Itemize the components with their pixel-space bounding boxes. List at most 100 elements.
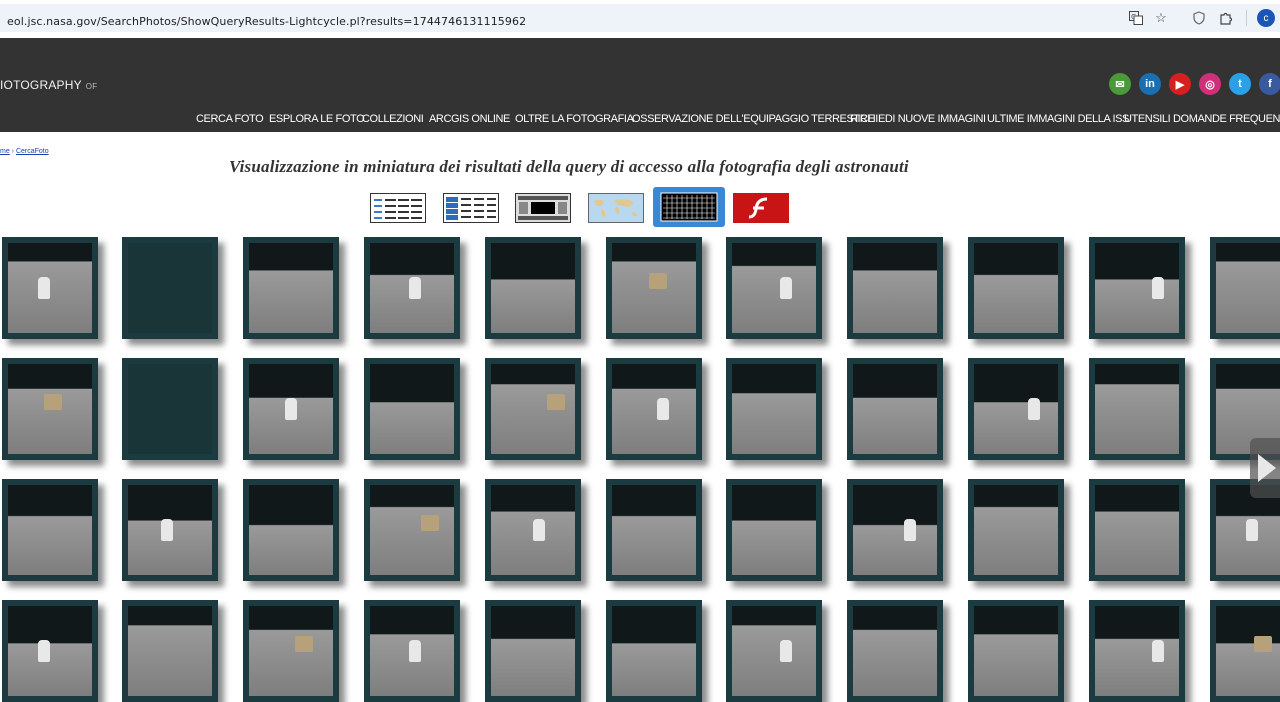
photo-thumbnail[interactable]	[243, 237, 339, 339]
youtube-icon[interactable]: ▶	[1169, 73, 1191, 95]
photo-thumbnail[interactable]	[2, 358, 98, 460]
thumbnail-grid-view-button[interactable]	[653, 187, 725, 227]
lunar-photo	[732, 485, 816, 575]
lunar-module	[649, 273, 667, 289]
breadcrumb-current-link[interactable]: CercaFoto	[16, 148, 49, 155]
lunar-photo	[128, 485, 212, 575]
photo-thumbnail[interactable]	[243, 358, 339, 460]
profile-avatar[interactable]: c	[1257, 9, 1275, 27]
photo-thumbnail[interactable]	[364, 358, 460, 460]
photo-thumbnail[interactable]	[968, 358, 1064, 460]
photo-thumbnail[interactable]	[1089, 479, 1185, 581]
site-brand[interactable]: IOTOGRAPHY OF	[0, 78, 97, 92]
twitter-icon[interactable]: t	[1229, 73, 1251, 95]
photo-thumbnail[interactable]	[243, 600, 339, 702]
photo-thumbnail[interactable]	[364, 600, 460, 702]
photo-thumbnail[interactable]	[2, 479, 98, 581]
breadcrumb: me › CercaFoto	[0, 148, 49, 155]
photo-thumbnail[interactable]	[485, 479, 581, 581]
flash-view-button[interactable]	[733, 193, 789, 223]
photo-thumbnail[interactable]	[847, 600, 943, 702]
lunar-photo	[491, 485, 575, 575]
facebook-icon[interactable]: f	[1259, 73, 1280, 95]
photo-thumbnail[interactable]	[968, 479, 1064, 581]
photo-thumbnail[interactable]	[1210, 600, 1280, 702]
breadcrumb-home-link[interactable]: me	[0, 148, 10, 155]
list-view-button[interactable]	[370, 193, 426, 223]
photo-thumbnail[interactable]	[726, 358, 822, 460]
photo-thumbnail[interactable]	[847, 479, 943, 581]
photo-thumbnail[interactable]	[1089, 600, 1185, 702]
translate-icon[interactable]: G	[1128, 10, 1144, 26]
photo-thumbnail[interactable]	[847, 358, 943, 460]
photo-thumbnail[interactable]	[847, 237, 943, 339]
photo-thumbnail[interactable]	[606, 479, 702, 581]
detail-list-view-button[interactable]	[443, 193, 499, 223]
lunar-photo	[8, 243, 92, 333]
photo-thumbnail[interactable]	[2, 237, 98, 339]
nav-item[interactable]: ESPLORA LE FOTO	[269, 113, 365, 125]
lunar-photo	[370, 485, 454, 575]
nav-item[interactable]: COLLEZIONI	[362, 113, 424, 125]
photo-thumbnail[interactable]	[606, 600, 702, 702]
photo-thumbnail[interactable]	[2, 600, 98, 702]
extensions-puzzle-icon[interactable]	[1218, 10, 1234, 26]
lunar-photo	[732, 243, 816, 333]
lunar-photo	[370, 364, 454, 454]
lunar-module	[421, 515, 439, 531]
photo-thumbnail[interactable]	[726, 600, 822, 702]
nav-item[interactable]: UTENSILI	[1124, 113, 1171, 125]
nav-item[interactable]: RICHIEDI NUOVE IMMAGINI	[850, 113, 986, 125]
photo-thumbnail[interactable]	[364, 479, 460, 581]
chevron-right-icon	[1258, 454, 1276, 482]
photo-thumbnail[interactable]	[485, 237, 581, 339]
film-strip-view-button[interactable]	[515, 193, 571, 223]
photo-thumbnail[interactable]	[485, 358, 581, 460]
nav-item[interactable]: CERCA FOTO	[196, 113, 264, 125]
next-arrow-button[interactable]	[1250, 438, 1280, 498]
instagram-icon[interactable]: ◎	[1199, 73, 1221, 95]
photo-thumbnail[interactable]	[122, 479, 218, 581]
nav-item[interactable]: OLTRE LA FOTOGRAFIA	[515, 113, 634, 125]
astronaut-figure	[533, 519, 545, 541]
shield-extension-icon[interactable]	[1191, 10, 1207, 26]
photo-thumbnail[interactable]	[122, 358, 218, 460]
photo-thumbnail[interactable]	[1089, 237, 1185, 339]
nav-item[interactable]: OSSERVAZIONE DELL'EQUIPAGGIO TERRESTRE	[632, 113, 875, 125]
lunar-photo	[491, 364, 575, 454]
lunar-photo	[853, 364, 937, 454]
nav-item[interactable]: DOMANDE FREQUENTI	[1173, 113, 1280, 125]
photo-thumbnail[interactable]	[606, 358, 702, 460]
photo-thumbnail[interactable]	[606, 237, 702, 339]
photo-thumbnail[interactable]	[122, 600, 218, 702]
photo-thumbnail[interactable]	[726, 479, 822, 581]
nav-item[interactable]: ULTIME IMMAGINI DELLA ISS	[987, 113, 1129, 125]
photo-thumbnail[interactable]	[726, 237, 822, 339]
lunar-photo	[8, 364, 92, 454]
lunar-photo	[249, 485, 333, 575]
lunar-photo	[1095, 485, 1179, 575]
photo-thumbnail[interactable]	[364, 237, 460, 339]
lunar-photo	[128, 364, 212, 454]
lunar-module	[547, 394, 565, 410]
address-bar[interactable]: eol.jsc.nasa.gov/SearchPhotos/ShowQueryR…	[0, 4, 1280, 32]
photo-thumbnail[interactable]	[968, 600, 1064, 702]
photo-thumbnail[interactable]	[485, 600, 581, 702]
lunar-photo	[128, 243, 212, 333]
linkedin-icon[interactable]: in	[1139, 73, 1161, 95]
nav-item[interactable]: ARCGIS ONLINE	[429, 113, 510, 125]
map-view-button[interactable]	[588, 193, 644, 223]
lunar-photo	[974, 606, 1058, 696]
photo-thumbnail[interactable]	[1089, 358, 1185, 460]
lunar-photo	[612, 606, 696, 696]
photo-thumbnail[interactable]	[968, 237, 1064, 339]
astronaut-figure	[409, 277, 421, 299]
email-icon[interactable]: ✉	[1109, 73, 1131, 95]
photo-thumbnail[interactable]	[1210, 237, 1280, 339]
photo-thumbnail[interactable]	[243, 479, 339, 581]
bookmark-star-icon[interactable]: ☆	[1153, 10, 1169, 26]
address-bar-url[interactable]: eol.jsc.nasa.gov/SearchPhotos/ShowQueryR…	[7, 15, 526, 28]
profile-initial: c	[1263, 12, 1269, 24]
astronaut-figure	[409, 640, 421, 662]
photo-thumbnail[interactable]	[122, 237, 218, 339]
